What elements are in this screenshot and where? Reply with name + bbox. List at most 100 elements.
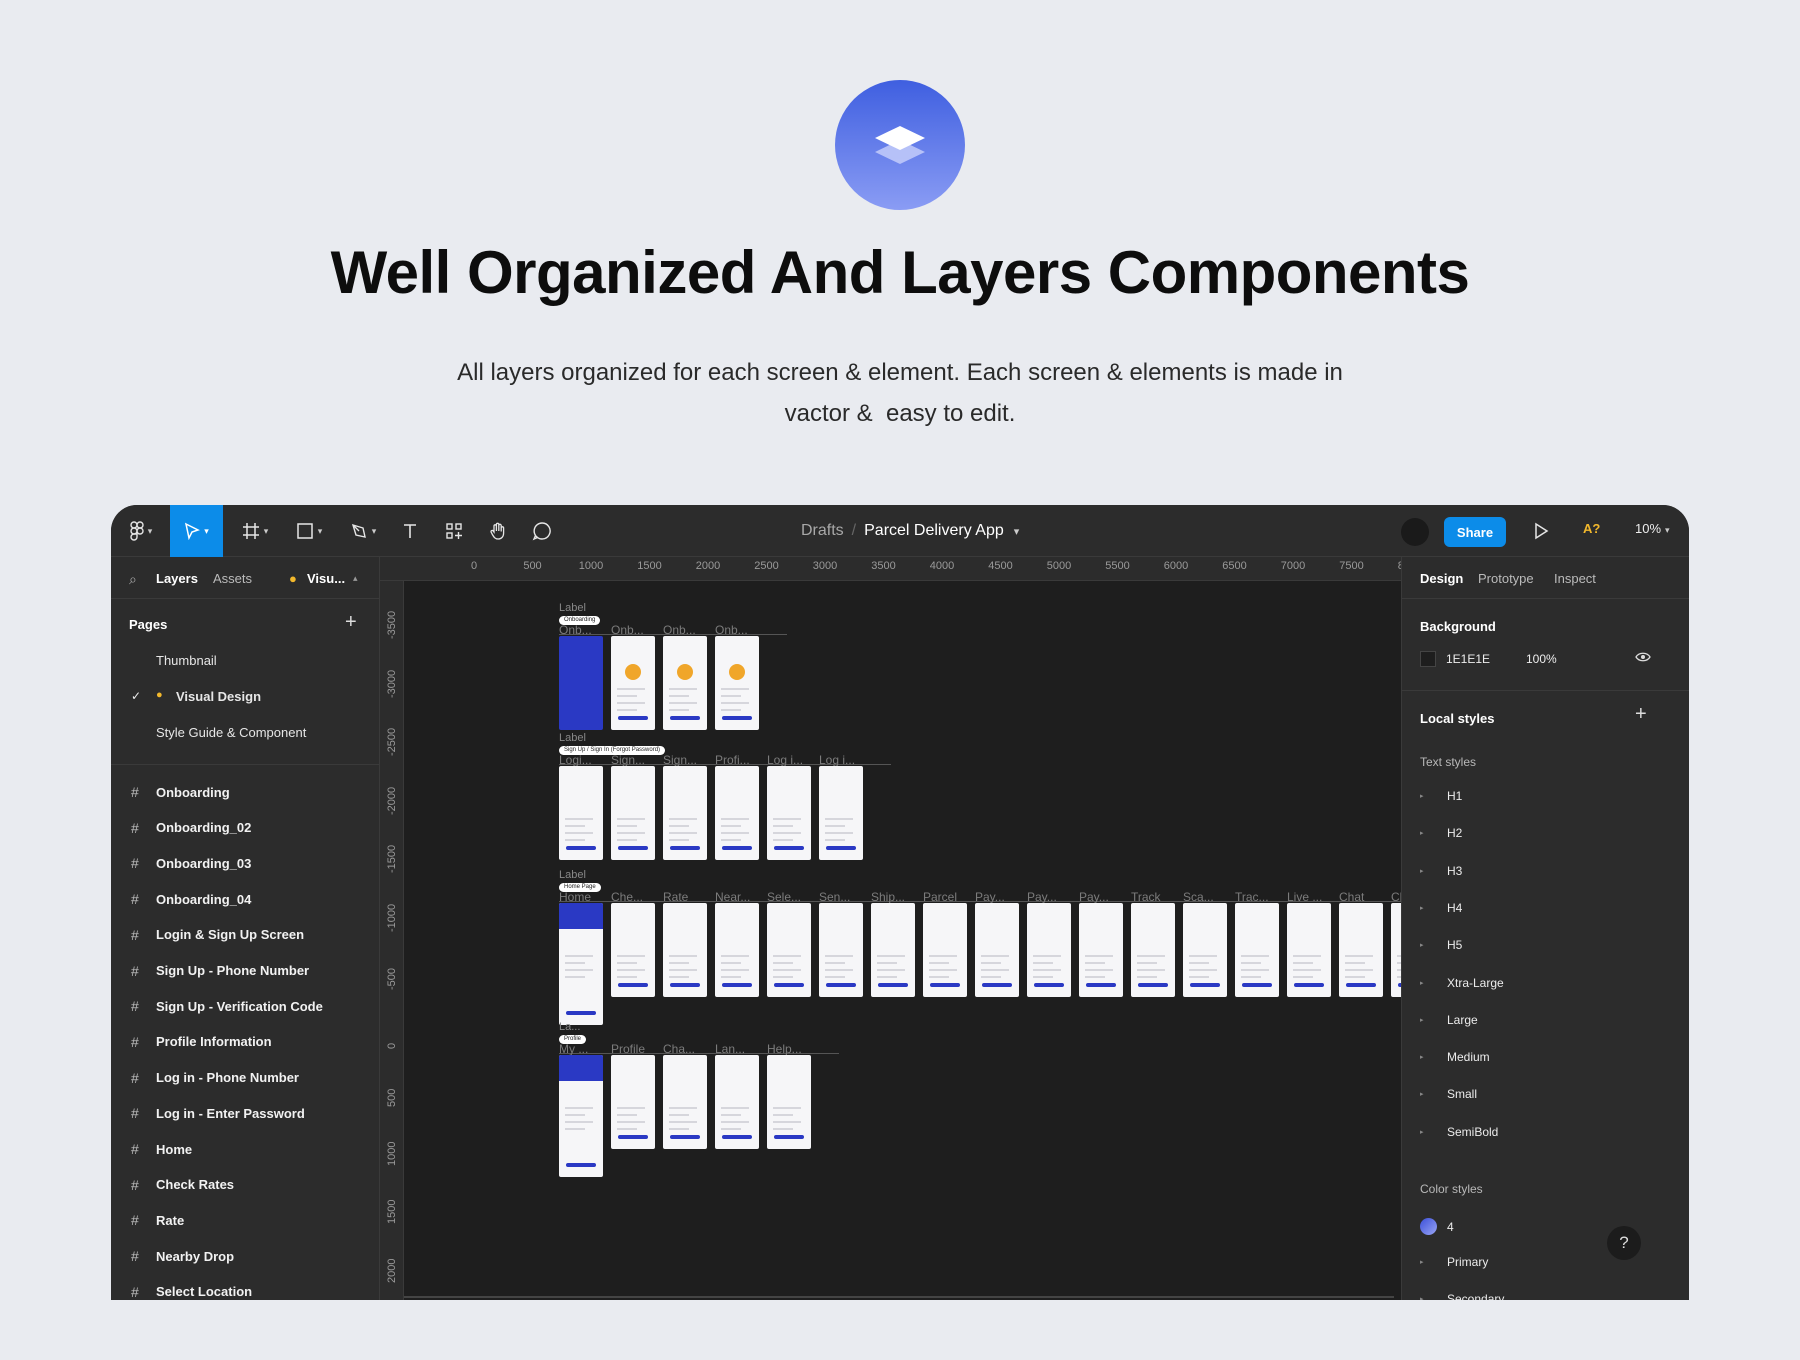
frame-thumbnail[interactable] [559,903,603,1025]
rectangle-tool-icon[interactable]: ▾ [289,505,329,557]
page-thumbnail[interactable]: Thumbnail [156,653,217,668]
layer-item[interactable]: # Log in - Phone Number [131,1068,299,1088]
canvas[interactable]: 0 500 1000 1500 2000 2500 3000 3500 4000 4500 5000… [380,557,1401,1300]
frame-thumbnail[interactable] [923,903,967,997]
frame-thumbnail[interactable] [767,903,811,997]
layer-item[interactable]: # Sign Up - Phone Number [131,961,309,981]
move-tool-icon[interactable]: ▾ [170,505,223,557]
add-style-icon[interactable]: + [1635,703,1647,726]
layer-item[interactable]: # Sign Up - Verification Code [131,996,323,1016]
add-page-icon[interactable]: + [345,611,357,634]
frame-thumbnail[interactable] [663,766,707,860]
frame-thumbnail[interactable] [1339,903,1383,997]
page-emoji-icon: ● [156,689,163,701]
frame-thumbnail[interactable] [819,766,863,860]
text-style-item[interactable]: ▸ H4 [1420,901,1462,915]
frame-thumbnail[interactable] [559,636,603,730]
page-style-guide[interactable]: Style Guide & Component [156,725,306,740]
background-hex-input[interactable]: 1E1E1E [1446,652,1490,666]
avatar[interactable] [1401,518,1429,546]
text-style-item[interactable]: ▸ Xtra-Large [1420,976,1504,990]
layer-item[interactable]: # Home [131,1139,192,1159]
help-button[interactable]: ? [1607,1226,1641,1260]
text-style-item[interactable]: ▸ Medium [1420,1050,1490,1064]
current-page-selector[interactable]: Visu... [307,571,345,586]
file-name[interactable]: Parcel Delivery App [864,522,1004,540]
layer-item[interactable]: # Onboarding_02 [131,818,251,838]
tab-inspect[interactable]: Inspect [1554,571,1596,586]
layer-item[interactable]: # Profile Information [131,1032,272,1052]
color-style-item[interactable]: ▸ Secondary [1420,1292,1504,1300]
frame-thumbnail[interactable] [715,1055,759,1149]
text-tool-icon[interactable] [394,505,426,557]
text-style-item[interactable]: ▸ H3 [1420,864,1462,878]
frame-thumbnail[interactable] [663,636,707,730]
color-style-item[interactable]: 4 [1420,1218,1454,1235]
ruler-tick: 5000 [1046,560,1072,572]
frame-thumbnail[interactable] [819,903,863,997]
layer-item[interactable]: # Log in - Enter Password [131,1103,305,1123]
frame-thumbnail[interactable] [1027,903,1071,997]
eye-icon[interactable] [1635,650,1651,669]
text-style-item[interactable]: ▸ H5 [1420,938,1462,952]
components-icon[interactable] [438,505,470,557]
frame-thumbnail[interactable] [559,1055,603,1177]
frame-thumbnail[interactable] [767,1055,811,1149]
frame-thumbnail[interactable] [715,903,759,997]
frame-thumbnail[interactable] [611,766,655,860]
layer-item[interactable]: # Nearby Drop [131,1246,234,1266]
frame-thumbnail[interactable] [663,903,707,997]
frame-thumbnail[interactable] [1235,903,1279,997]
frame-thumbnail[interactable] [1287,903,1331,997]
search-icon[interactable]: ⌕ [129,571,137,588]
frame-thumbnail[interactable] [975,903,1019,997]
chevron-up-icon[interactable]: ▴ [353,573,358,584]
frame-thumbnail[interactable] [611,636,655,730]
layer-item[interactable]: # Login & Sign Up Screen [131,925,304,945]
frame-thumbnail[interactable] [611,1055,655,1149]
layer-item[interactable]: # Onboarding_04 [131,889,251,909]
layer-item[interactable]: # Select Location [131,1282,252,1300]
share-button[interactable]: Share [1444,517,1506,547]
text-style-item[interactable]: ▸ H2 [1420,826,1462,840]
frame-thumbnail[interactable] [767,766,811,860]
tab-layers[interactable]: Layers [156,571,198,586]
frame-thumbnail[interactable] [715,766,759,860]
text-style-item[interactable]: ▸ H1 [1420,789,1462,803]
chevron-down-icon[interactable]: ▾ [1014,525,1020,538]
frame-thumbnail[interactable] [663,1055,707,1149]
zoom-level[interactable]: 10% ▾ [1635,521,1670,536]
frame-thumbnail[interactable] [1079,903,1123,997]
text-style-item[interactable]: ▸ SemiBold [1420,1125,1498,1139]
frame-thumbnail[interactable] [871,903,915,997]
background-swatch[interactable] [1420,651,1436,667]
breadcrumb-drafts[interactable]: Drafts [801,522,844,540]
background-opacity-input[interactable]: 100% [1526,652,1557,666]
tab-design[interactable]: Design [1420,571,1463,586]
comment-icon[interactable] [526,505,558,557]
caret-right-icon: ▸ [1420,1296,1424,1300]
ai-badge[interactable]: A? [1583,521,1600,536]
layer-item[interactable]: # Rate [131,1210,184,1230]
frame-thumbnail[interactable] [1391,903,1401,997]
text-style-item[interactable]: ▸ Small [1420,1087,1477,1101]
hand-tool-icon[interactable] [482,505,514,557]
horizontal-scrollbar[interactable] [404,1296,1394,1298]
figma-menu-icon[interactable]: ▾ [123,505,159,557]
color-style-item[interactable]: ▸ Primary [1420,1255,1488,1269]
tab-assets[interactable]: Assets [213,571,252,586]
frame-thumbnail[interactable] [1183,903,1227,997]
pen-tool-icon[interactable]: ▾ [343,505,383,557]
page-visual-design[interactable]: Visual Design [176,689,261,704]
layer-item[interactable]: # Check Rates [131,1175,234,1195]
frame-thumbnail[interactable] [715,636,759,730]
text-style-item[interactable]: ▸ Large [1420,1013,1478,1027]
present-play-icon[interactable] [1531,521,1551,541]
layer-item[interactable]: # Onboarding_03 [131,853,251,873]
frame-tool-icon[interactable]: ▾ [235,505,275,557]
tab-prototype[interactable]: Prototype [1478,571,1534,586]
frame-thumbnail[interactable] [559,766,603,860]
frame-thumbnail[interactable] [1131,903,1175,997]
frame-thumbnail[interactable] [611,903,655,997]
layer-item[interactable]: # Onboarding [131,782,230,802]
